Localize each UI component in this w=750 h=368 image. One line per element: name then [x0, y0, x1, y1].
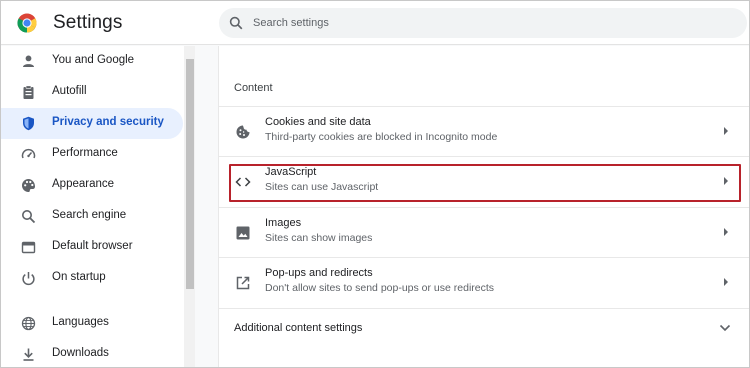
- highlight-box: [229, 164, 741, 202]
- person-icon: [23, 55, 34, 67]
- panel-gutter: [206, 46, 218, 367]
- settings-window: Settings You and Google Autofi: [0, 0, 750, 368]
- download-icon: [23, 348, 34, 361]
- sidebar-item-you-and-google[interactable]: You and Google: [1, 46, 183, 77]
- row-title: Pop-ups and redirects: [265, 267, 373, 279]
- content-panel: Content Cookies and site data Third-part…: [218, 46, 749, 367]
- sidebar-item-label: Downloads: [52, 347, 109, 359]
- sidebar-item-downloads[interactable]: Downloads: [1, 339, 183, 367]
- shield-icon: [23, 116, 34, 131]
- chrome-logo-icon: [17, 13, 37, 33]
- browser-icon: [21, 241, 36, 254]
- sidebar-item-appearance[interactable]: Appearance: [1, 170, 183, 201]
- sidebar-item-performance[interactable]: Performance: [1, 139, 183, 170]
- search-icon: [229, 16, 243, 30]
- chevron-right-icon: [724, 127, 728, 135]
- row-title: Images: [265, 217, 302, 229]
- popups-row[interactable]: Pop-ups and redirects Don't allow sites …: [219, 257, 749, 307]
- additional-content-settings-row[interactable]: Additional content settings: [219, 308, 749, 346]
- power-icon: [22, 272, 35, 286]
- sidebar-item-label: Appearance: [52, 178, 115, 190]
- sidebar-item-label: Privacy and security: [52, 116, 164, 128]
- sidebar-item-label: You and Google: [52, 54, 135, 66]
- search-box[interactable]: [219, 8, 747, 38]
- section-title: Content: [234, 82, 273, 94]
- row-title: Additional content settings: [234, 322, 363, 334]
- sidebar-scrollbar-thumb[interactable]: [186, 59, 194, 289]
- sidebar-item-languages[interactable]: Languages: [1, 308, 183, 339]
- chevron-right-icon: [724, 278, 728, 286]
- sidebar: You and Google Autofill Privacy and secu…: [1, 46, 195, 367]
- open-in-new-icon: [236, 276, 250, 290]
- row-subtitle: Third-party cookies are blocked in Incog…: [265, 131, 498, 143]
- header: Settings: [1, 1, 749, 45]
- speedometer-icon: [21, 148, 36, 159]
- sidebar-item-label: On startup: [52, 271, 106, 283]
- search-input[interactable]: [253, 8, 733, 38]
- globe-icon: [21, 316, 36, 331]
- sidebar-item-search-engine[interactable]: Search engine: [1, 201, 183, 232]
- sidebar-item-label: Default browser: [52, 240, 133, 252]
- images-row[interactable]: Images Sites can show images: [219, 207, 749, 257]
- sidebar-item-label: Autofill: [52, 85, 87, 97]
- search-icon: [22, 210, 36, 224]
- row-title: Cookies and site data: [265, 116, 371, 128]
- row-subtitle: Sites can show images: [265, 232, 373, 244]
- clipboard-icon: [23, 85, 34, 99]
- sidebar-item-label: Performance: [52, 147, 118, 159]
- cookies-row[interactable]: Cookies and site data Third-party cookie…: [219, 106, 749, 156]
- page-title: Settings: [53, 12, 123, 33]
- chevron-right-icon: [724, 228, 728, 236]
- image-icon: [236, 226, 250, 240]
- chevron-down-icon: [719, 324, 731, 332]
- sidebar-item-label: Search engine: [52, 209, 127, 221]
- sidebar-item-privacy-and-security[interactable]: Privacy and security: [1, 108, 183, 139]
- sidebar-item-on-startup[interactable]: On startup: [1, 263, 183, 294]
- sidebar-item-label: Languages: [52, 316, 109, 328]
- row-subtitle: Don't allow sites to send pop-ups or use…: [265, 282, 495, 294]
- cookie-icon: [236, 125, 250, 139]
- sidebar-item-autofill[interactable]: Autofill: [1, 77, 183, 108]
- sidebar-item-default-browser[interactable]: Default browser: [1, 232, 183, 263]
- palette-icon: [22, 179, 35, 192]
